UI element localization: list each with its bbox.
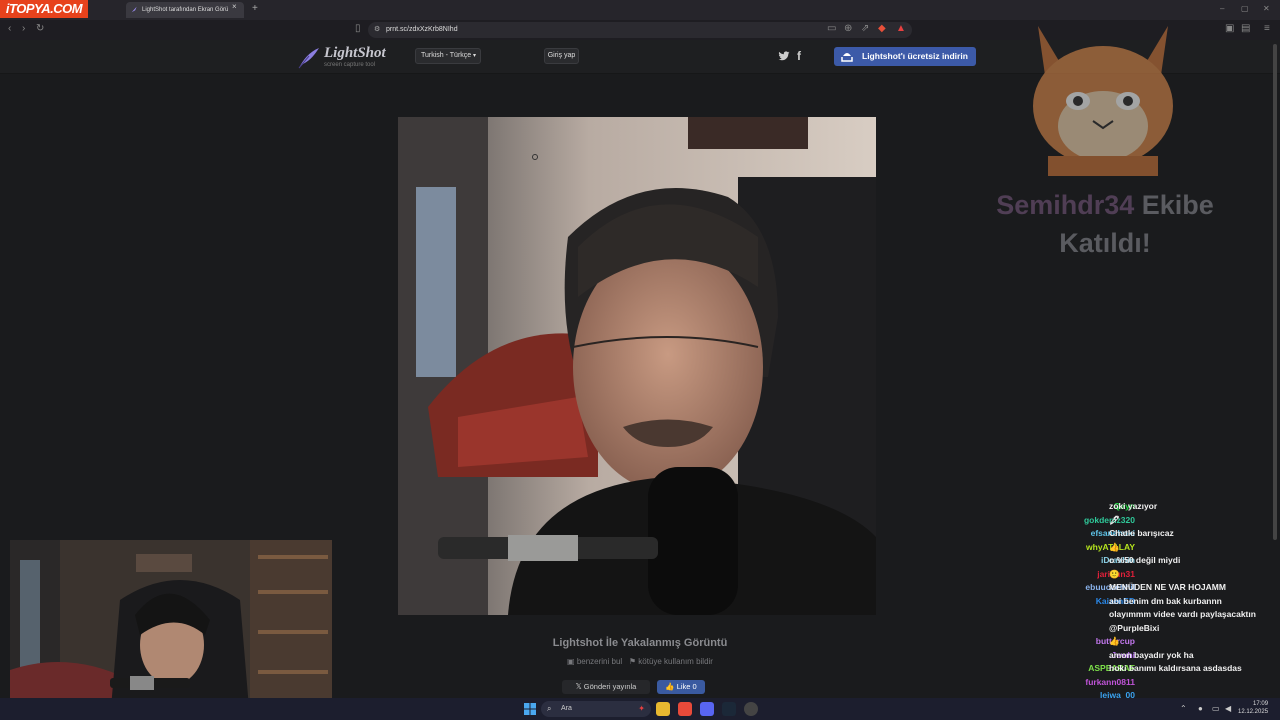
flag-icon: ⚑ — [628, 657, 637, 666]
sidebar-icon[interactable]: ▣ — [1225, 23, 1234, 34]
windows-start-icon[interactable] — [524, 703, 536, 715]
download-button[interactable]: Lightshot'ı ücretsiz indirin — [834, 47, 976, 66]
logo-subtitle: screen capture tool — [324, 62, 376, 68]
like-label: Like 0 — [676, 682, 697, 691]
webcam-overlay — [10, 540, 332, 720]
windows-taskbar: ⌕ Ara ✦ ⌃ ● ▭ ◀ 17:09 12.12.2025 — [0, 698, 1280, 720]
download-cloud-icon — [841, 53, 853, 62]
chat-text: o %50 değil miydi — [1109, 555, 1181, 565]
window-maximize-icon[interactable]: ▢ — [1241, 4, 1249, 13]
chat-text: 🙂 — [1109, 568, 1120, 579]
wallet-icon[interactable]: ▤ — [1241, 23, 1250, 34]
site-info-icon[interactable]: ⚙ — [374, 22, 380, 38]
chat-text: zoki yazıyor — [1109, 501, 1158, 511]
taskbar-search-label: Ara — [561, 705, 572, 712]
chat-text: olayımmm videe vardı paylaşacaktın — [1109, 609, 1256, 619]
screenshot-photo — [398, 117, 876, 615]
zoom-icon[interactable]: ⊕ — [844, 23, 852, 34]
volume-icon[interactable]: ◀ — [1225, 704, 1231, 713]
search-icon: ⌕ — [547, 704, 552, 713]
facebook-icon[interactable]: f — [797, 49, 801, 63]
follower-username: Semihdr34 — [996, 190, 1135, 220]
taskbar-clock[interactable]: 17:09 12.12.2025 — [1238, 700, 1268, 716]
follower-alert-text: Ekibe — [1141, 190, 1214, 220]
x-logo-icon: 𝕏 — [575, 682, 582, 691]
share-icon[interactable]: ⇗ — [861, 23, 869, 34]
page-scrollbar[interactable] — [1273, 44, 1277, 540]
file-explorer-icon[interactable] — [656, 702, 670, 716]
twitter-icon[interactable] — [778, 50, 790, 62]
new-tab-icon[interactable]: + — [252, 3, 258, 14]
brave-browser-icon[interactable] — [678, 702, 692, 716]
chat-text: amon bayadır yok ha — [1109, 649, 1194, 660]
report-abuse-link[interactable]: kötüye kullanım bildir — [638, 657, 713, 666]
clock-time: 17:09 — [1253, 701, 1269, 707]
window-close-icon[interactable]: ✕ — [1263, 4, 1270, 13]
obs-icon[interactable] — [744, 702, 758, 716]
chat-username[interactable]: furkann0811 — [1085, 677, 1135, 687]
clock-date: 12.12.2025 — [1238, 709, 1269, 715]
browser-tab-active[interactable]: LightShot tarafından Ekran Görü — [126, 2, 244, 18]
stream-chat: Qayn zoki yazıyor gokdeniz320 🖋 efsanehoki Ch… — [1030, 500, 1280, 700]
bookmark-icon[interactable]: ▯ — [355, 23, 361, 34]
window-minimize-icon[interactable]: – — [1220, 4, 1224, 13]
screenshot-image — [398, 117, 876, 615]
chat-text: hoki banımı kaldırsana asdasdas — [1109, 663, 1242, 673]
discord-icon[interactable] — [700, 702, 714, 716]
chat-text: abi benim dm bak kurbannn — [1109, 595, 1222, 606]
chat-text: MENÜDEN NE VAR HOJAMM — [1109, 582, 1226, 592]
camera-icon: ▣ — [567, 657, 575, 666]
chat-text: 👍 — [1109, 636, 1120, 646]
lightshot-feather-icon — [131, 6, 137, 13]
tweet-button[interactable]: 𝕏 Gönderi yayınla — [562, 680, 650, 694]
like-button[interactable]: 👍 Like 0 — [657, 680, 705, 694]
tray-chevron-up-icon[interactable]: ⌃ — [1180, 704, 1187, 713]
microphone-icon[interactable]: ● — [1198, 704, 1203, 713]
cast-icon[interactable]: ▭ — [827, 23, 836, 34]
url-text: prnt.sc/zdxXzKrb8NIhd — [386, 26, 458, 33]
chat-text: 👍 — [1109, 541, 1120, 552]
chat-text: Chatle barışıcaz — [1109, 528, 1174, 538]
brave-shield-icon[interactable]: ◆ — [878, 23, 886, 34]
follower-alert-text-2: Katıldı! — [1059, 228, 1151, 258]
network-icon[interactable]: ▭ — [1212, 704, 1220, 713]
follower-alert: Semihdr34 Ekibe Katıldı! — [960, 186, 1250, 262]
tweet-label: Gönderi yayınla — [583, 682, 637, 691]
chevron-down-icon: ▾ — [472, 53, 476, 59]
language-select[interactable]: Turkish - Türkçe ▾ — [415, 48, 481, 64]
login-button[interactable]: Giriş yap — [544, 48, 579, 64]
chat-text: 🖋 — [1109, 514, 1120, 525]
thumbs-up-icon: 👍 — [665, 682, 675, 691]
brave-rewards-icon[interactable]: ▲ — [896, 23, 906, 34]
fox-mascot-image — [1033, 26, 1173, 176]
caption-links: ▣ benzerini bul ⚑ kötüye kullanım bildir — [480, 657, 800, 666]
search-highlight-icon: ✦ — [638, 704, 645, 713]
tab-title: LightShot tarafından Ekran Görü — [142, 7, 229, 13]
brand-logo: iTOPYA.COM — [0, 0, 88, 18]
download-label: Lightshot'ı ücretsiz indirin — [862, 51, 968, 61]
tab-close-icon[interactable]: × — [232, 2, 237, 11]
taskbar-search[interactable]: ⌕ Ara ✦ — [541, 701, 651, 717]
lightshot-logo[interactable]: LightShot screen capture tool — [297, 45, 397, 71]
menu-icon[interactable]: ≡ — [1264, 23, 1270, 34]
screenshot-caption-title: Lightshot İle Yakalanmış Görüntü — [552, 637, 728, 649]
forward-icon[interactable]: › — [22, 23, 25, 34]
chat-text: @PurpleBixi — [1109, 622, 1160, 633]
back-icon[interactable]: ‹ — [8, 23, 11, 34]
find-similar-link[interactable]: benzerini bul — [577, 657, 622, 666]
logo-title: LightShot — [324, 45, 386, 61]
language-value: Turkish - Türkçe — [421, 52, 472, 59]
lightshot-feather-icon — [298, 48, 319, 69]
reload-icon[interactable]: ↻ — [36, 23, 44, 34]
steam-icon[interactable] — [722, 702, 736, 716]
webcam-video — [10, 540, 332, 720]
